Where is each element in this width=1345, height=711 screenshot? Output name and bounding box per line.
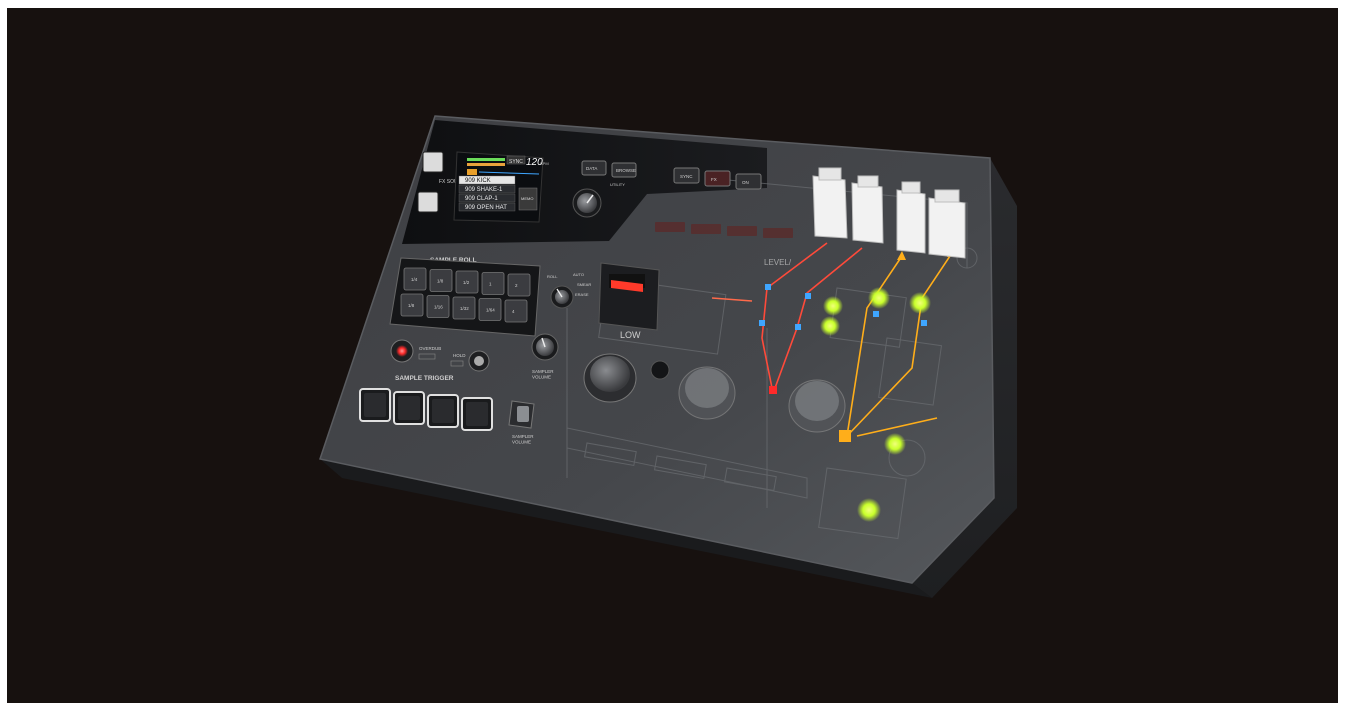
overdub-button[interactable] — [390, 339, 414, 363]
photo-backdrop: FX SOURCE SYNC 120 BPM 909 KICK 909 SHAKE… — [7, 8, 1338, 703]
sample-list-item-label: 909 SHAKE-1 — [465, 187, 503, 193]
sampler-fader-knob[interactable] — [508, 400, 535, 429]
sample-trigger-pad-face — [398, 396, 420, 420]
roll-mode-knob[interactable] — [550, 285, 574, 309]
sample-trigger-title: SAMPLE TRIGGER — [395, 375, 454, 382]
sync-label: SYNC — [509, 159, 523, 165]
dj-sampler-device: FX SOURCE SYNC 120 BPM 909 KICK909 SHAKE… — [319, 115, 1017, 598]
roll-pad-label: 1/64 — [486, 308, 495, 313]
on-sync-button-label: ON — [742, 180, 749, 185]
mode-label: AUTO — [573, 272, 584, 277]
sample-trigger-pad-face — [466, 402, 488, 426]
mode-label: ERASE — [575, 292, 589, 297]
mode-label: SMEAR — [577, 282, 591, 287]
eq-high-knob[interactable] — [788, 379, 846, 433]
sampler-volume-knob[interactable] — [531, 333, 559, 361]
sampler-volume-label-1: SAMPLER VOLUME — [532, 369, 554, 379]
roll-pad-label: 1/2 — [463, 280, 470, 285]
roll-pad-label: 1/8 — [408, 303, 415, 308]
channel-fader[interactable] — [598, 262, 660, 331]
roll-pad-label: 1/4 — [411, 277, 418, 282]
overdub-label: OVERDUB — [419, 346, 441, 351]
roll-pad[interactable] — [507, 273, 531, 297]
sample-trigger-pad-face — [364, 393, 386, 417]
lcd-screen: SYNC 120 BPM 909 KICK909 SHAKE-1909 CLAP… — [453, 151, 549, 223]
eq-low-knob[interactable] — [583, 353, 637, 403]
roll-pad-label: 1/16 — [434, 305, 443, 310]
low-label: LOW — [620, 330, 641, 340]
roll-pad[interactable] — [504, 299, 528, 323]
hold-label: HOLD — [453, 353, 466, 358]
mode-label: ROLL — [547, 274, 558, 279]
data-button-label: DATA — [586, 166, 597, 171]
sample-list-item-label: 909 KICK — [465, 178, 491, 184]
fx-sync-button-label: FX — [711, 177, 717, 182]
memo-label: MEMO — [521, 196, 533, 201]
eq-mid-knob[interactable] — [678, 366, 736, 420]
sync-sync-button-label: SYNC — [680, 174, 693, 179]
roll-pad[interactable] — [481, 272, 505, 295]
fx-source-button-2[interactable] — [417, 191, 439, 213]
sample-list-item-label: 909 CLAP-1 — [465, 196, 498, 202]
level-label: LEVEL/ — [764, 258, 792, 267]
small-knob[interactable] — [650, 360, 670, 380]
sample-trigger-pad-face — [432, 399, 454, 423]
orange-led-node — [839, 430, 851, 442]
sampler-volume-label-2: SAMPLER VOLUME — [512, 434, 534, 444]
utility-label: UTILITY — [610, 182, 625, 187]
roll-pad-label: 1/32 — [460, 306, 469, 311]
fx-source-button-1[interactable] — [422, 151, 444, 173]
browse-knob[interactable] — [572, 188, 602, 218]
red-led-node — [769, 386, 777, 394]
hold-button[interactable] — [468, 350, 490, 372]
fx-sync-button[interactable] — [704, 170, 731, 187]
bpm-unit: BPM — [540, 161, 549, 166]
sample-list-item-label: 909 OPEN HAT — [465, 205, 507, 211]
browse-button-label: BROWSE — [616, 168, 636, 173]
roll-pad-label: 1/8 — [437, 279, 444, 284]
